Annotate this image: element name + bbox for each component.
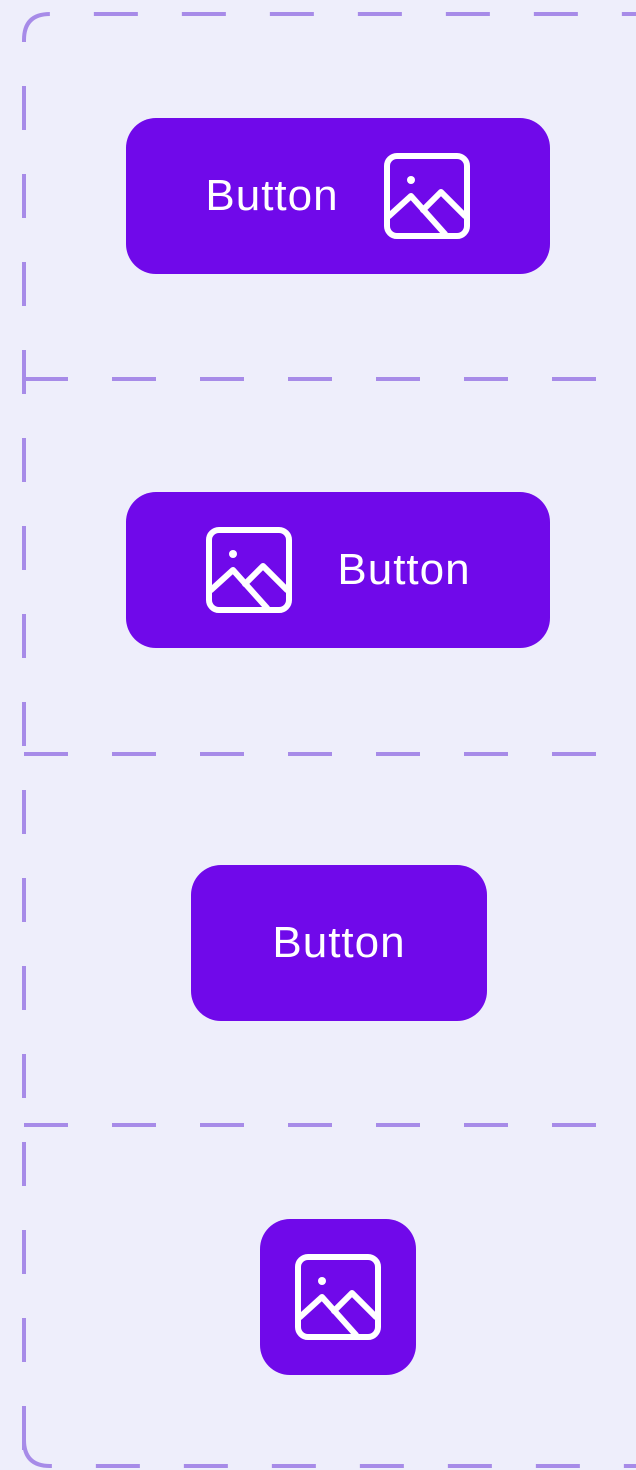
button-with-leading-icon[interactable]: Button <box>126 492 550 648</box>
image-icon <box>294 1253 382 1341</box>
button-label: Button <box>337 545 471 594</box>
frame-bottom-border <box>22 1439 636 1468</box>
button-with-trailing-icon[interactable]: Button <box>126 118 550 274</box>
button-label: Button <box>205 171 339 220</box>
image-icon <box>383 152 471 240</box>
button-text-only[interactable]: Button <box>191 865 487 1021</box>
button-icon-only[interactable] <box>260 1219 416 1375</box>
button-label: Button <box>272 918 406 967</box>
image-icon <box>205 526 293 614</box>
